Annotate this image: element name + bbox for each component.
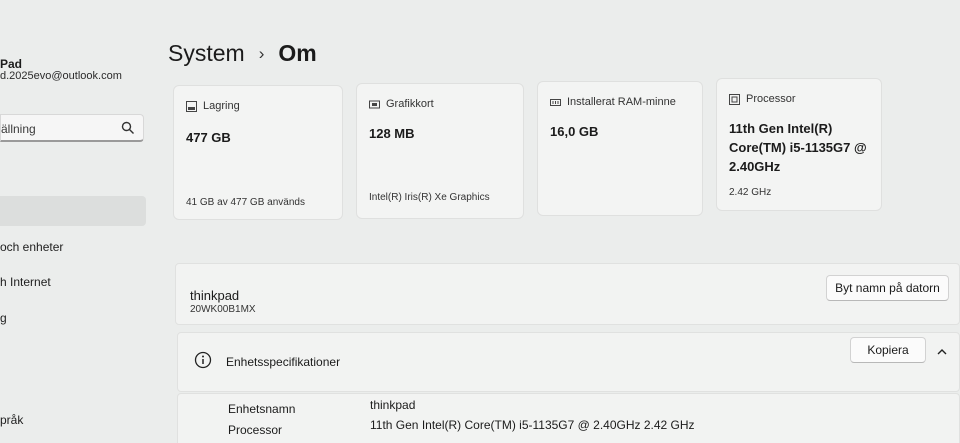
rename-pc-button[interactable]: Byt namn på datorn	[826, 275, 949, 301]
account-name: Pad	[0, 57, 23, 71]
device-name-panel: thinkpad 20WK00B1MX Byt namn på datorn	[175, 263, 960, 325]
device-name: thinkpad	[190, 288, 240, 303]
sidebar-item-devices[interactable]: och enheter	[0, 240, 63, 254]
device-specs-title: Enhetsspecifikationer	[226, 355, 341, 369]
spec-label: Enhetsnamn	[228, 402, 296, 416]
sidebar-item-personalization[interactable]: g	[0, 311, 7, 325]
device-model: 20WK00B1MX	[190, 304, 256, 315]
card-subtext: 41 GB av 477 GB används	[186, 197, 305, 208]
copy-button[interactable]: Kopiera	[850, 337, 926, 363]
sidebar: Pad d.2025evo@outlook.com ällning och en…	[0, 0, 160, 443]
ram-icon	[550, 98, 561, 106]
card-value: 11th Gen Intel(R) Core(TM) i5-1135G7 @ 2…	[729, 121, 867, 174]
page-title: Om	[278, 40, 317, 66]
chevron-up-icon[interactable]	[935, 345, 949, 359]
card-title: Processor	[746, 93, 796, 105]
card-value: 477 GB	[186, 130, 231, 145]
processor-icon	[729, 93, 740, 105]
card-subtext: Intel(R) Iris(R) Xe Graphics	[369, 192, 490, 203]
info-icon	[194, 351, 212, 369]
sidebar-item-language[interactable]: pråk	[0, 413, 23, 427]
settings-search-input[interactable]: ällning	[0, 114, 144, 142]
sidebar-item-network[interactable]: h Internet	[0, 275, 51, 289]
storage-card[interactable]: Lagring 477 GB 41 GB av 477 GB används	[173, 85, 343, 220]
breadcrumb: System › Om	[168, 40, 317, 67]
spec-value: thinkpad	[370, 398, 416, 412]
ram-card[interactable]: Installerat RAM-minne 16,0 GB	[537, 81, 703, 216]
breadcrumb-parent[interactable]: System	[168, 40, 245, 67]
card-value: 128 MB	[369, 126, 415, 141]
card-subtext: 2.42 GHz	[729, 187, 772, 198]
processor-card[interactable]: Processor 11th Gen Intel(R) Core(TM) i5-…	[716, 78, 882, 211]
graphics-card[interactable]: Grafikkort 128 MB Intel(R) Iris(R) Xe Gr…	[356, 83, 524, 219]
spec-label: Processor	[228, 423, 283, 437]
search-icon[interactable]	[121, 121, 135, 135]
breadcrumb-separator: ›	[258, 43, 265, 63]
card-value: 16,0 GB	[550, 124, 599, 139]
sidebar-item-system-selected[interactable]	[0, 196, 146, 226]
device-specs-header[interactable]: Enhetsspecifikationer Kopiera	[177, 332, 960, 392]
card-title: Grafikkort	[386, 98, 434, 110]
search-input-text: ällning	[1, 122, 36, 136]
card-title: Lagring	[203, 100, 240, 112]
storage-icon	[186, 100, 197, 112]
account-email: d.2025evo@outlook.com	[0, 70, 122, 82]
spec-value: 11th Gen Intel(R) Core(TM) i5-1135G7 @ 2…	[370, 418, 695, 432]
card-title: Installerat RAM-minne	[567, 96, 676, 108]
graphics-card-icon	[369, 100, 380, 108]
